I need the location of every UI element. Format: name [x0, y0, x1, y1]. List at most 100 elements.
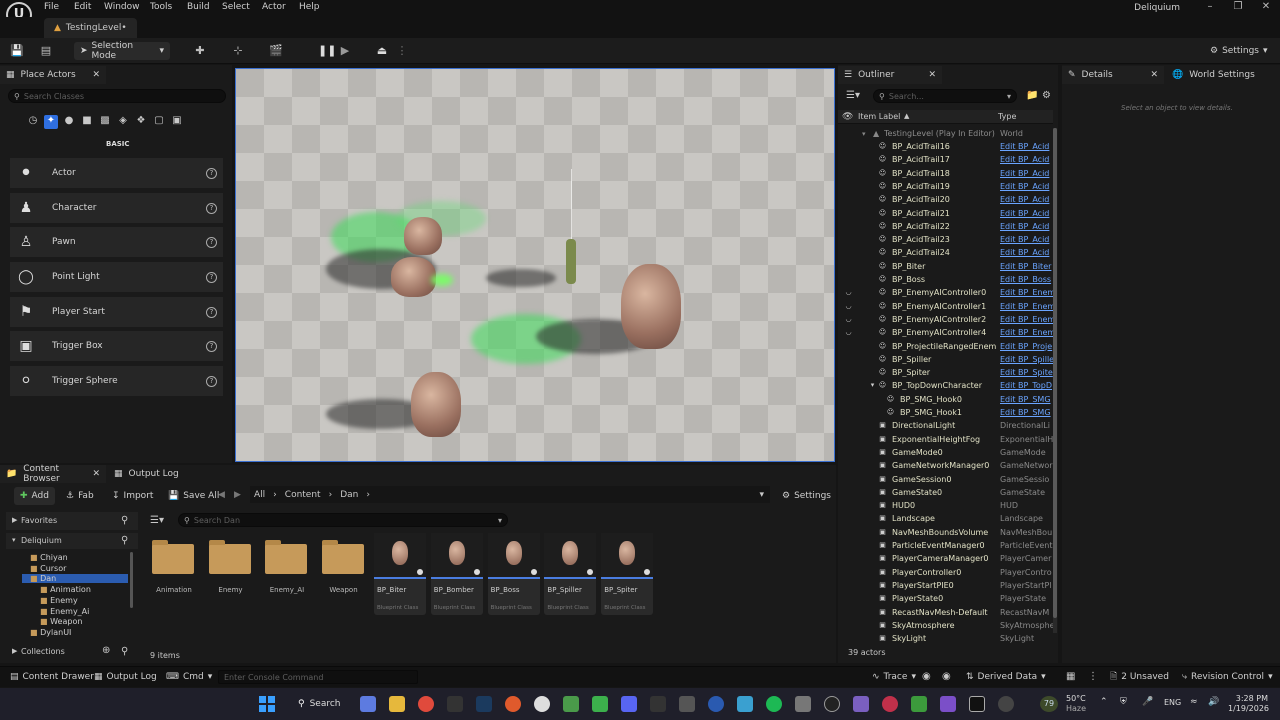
add-button[interactable]: ✚ Add [14, 487, 55, 505]
enemy-bomber[interactable] [411, 372, 461, 437]
app-icon[interactable] [708, 696, 724, 712]
filter-icon[interactable]: ☰▾ [150, 515, 164, 526]
world-settings-tab[interactable]: 🌐 World Settings [1166, 66, 1276, 84]
asset-tile[interactable]: BP_Biter Blueprint Class [374, 533, 426, 615]
place-actor-trigger-box[interactable]: ▣ Trigger Box ? [10, 331, 223, 361]
edit-blueprint-link[interactable]: Edit BP_Acid [1000, 222, 1053, 231]
volume-icon[interactable]: 🔊 [1208, 697, 1219, 707]
discord-icon[interactable] [621, 696, 637, 712]
edit-blueprint-link[interactable]: Edit BP_Acid [1000, 142, 1053, 151]
browse-icon[interactable]: ▤ [38, 43, 54, 59]
search-icon[interactable]: ⚲ [121, 646, 128, 657]
edit-blueprint-link[interactable]: Edit BP_Spite [1000, 368, 1053, 377]
outliner-row[interactable]: ▣ ParticleEventManager0 ParticleEvent [840, 539, 1053, 552]
place-actors-tab[interactable]: ▦ Place Actors ✕ [0, 66, 106, 84]
edit-blueprint-link[interactable]: Edit BP_Enem [1000, 328, 1053, 337]
outliner-row[interactable]: ☺ BP_AcidTrail16 Edit BP_Acid [840, 140, 1053, 153]
details-tab[interactable]: ✎ Details ✕ [1062, 66, 1164, 84]
edit-blueprint-link[interactable]: Edit BP_Acid [1000, 209, 1053, 218]
step-icon[interactable]: ▶ [337, 43, 353, 59]
volumes-icon[interactable]: ▢ [152, 115, 166, 129]
asset-tile[interactable]: BP_Bomber Blueprint Class [430, 533, 483, 615]
outliner-row[interactable]: ▣ GameNetworkManager0 GameNetwor [840, 459, 1053, 472]
outliner-row[interactable]: ▣ PlayerStartPIE0 PlayerStartPl [840, 579, 1053, 592]
menu-window[interactable]: Window [104, 2, 140, 12]
tree-folder-item[interactable]: ■ Enemy [40, 596, 126, 605]
recent-icon[interactable]: ◷ [26, 115, 40, 129]
unsaved-button[interactable]: 🗎 2 Unsaved [1104, 668, 1175, 686]
edit-blueprint-link[interactable]: Edit BP_Enem [1000, 315, 1053, 324]
cinematic-icon[interactable]: ▩ [98, 115, 112, 129]
edit-blueprint-link[interactable]: Edit BP_Acid [1000, 248, 1053, 257]
content-browser-tab[interactable]: 📁 Content Browser ✕ [0, 464, 106, 484]
obs-icon[interactable] [534, 696, 550, 712]
place-actor-trigger-sphere[interactable]: ⚪ Trigger Sphere ? [10, 366, 223, 396]
menu-build[interactable]: Build [187, 2, 210, 12]
add-collection-icon[interactable]: ⊕ [102, 645, 110, 656]
asset-tile[interactable]: BP_Spiller Blueprint Class [544, 533, 597, 615]
help-icon[interactable]: ? [206, 236, 217, 248]
outliner-row[interactable]: ◡ ☺ BP_EnemyAIController0 Edit BP_Enem [840, 286, 1053, 299]
github-icon[interactable] [824, 696, 840, 712]
visibility-hidden-icon[interactable]: ◡ [844, 315, 853, 324]
outliner-row[interactable]: ▣ SkyLight SkyLight [840, 632, 1053, 645]
outliner-row[interactable]: ◡ ☺ BP_EnemyAIController4 Edit BP_Enem [840, 326, 1053, 339]
outliner-row[interactable]: ☺ BP_AcidTrail21 Edit BP_Acid [840, 207, 1053, 220]
menu-help[interactable]: Help [299, 2, 320, 12]
app-icon[interactable] [679, 696, 695, 712]
outliner-row[interactable]: ◡ ☺ BP_EnemyAIController1 Edit BP_Enem [840, 300, 1053, 313]
outliner-row[interactable]: ▣ PlayerCameraManager0 PlayerCamer [840, 552, 1053, 565]
help-icon[interactable]: ? [206, 375, 217, 387]
outliner-tab[interactable]: ☰ Outliner ✕ [838, 66, 942, 84]
outliner-row[interactable]: ☺ BP_AcidTrail22 Edit BP_Acid [840, 220, 1053, 233]
chevron-down-icon[interactable]: ▾ [759, 490, 764, 500]
edit-blueprint-link[interactable]: Edit BP_Enem [1000, 288, 1053, 297]
outliner-row[interactable]: ▣ DirectionalLight DirectionalLi [840, 419, 1053, 432]
outliner-row[interactable]: ☺ BP_Biter Edit BP_Biter [840, 260, 1053, 273]
chevron-up-icon[interactable]: ⌃ [1100, 697, 1108, 707]
fab-button[interactable]: ⚓ Fab [60, 487, 100, 505]
derived-data-button[interactable]: ⇅ Derived Data ▾ [960, 668, 1052, 686]
content-search[interactable]: ⚲ Search Dan ▾ [178, 513, 508, 527]
record-icon[interactable]: ◉ [922, 671, 931, 682]
content-settings-button[interactable]: ⚙ Settings [776, 487, 837, 505]
place-actor-actor[interactable]: ⚫ Actor ? [10, 158, 223, 188]
edit-blueprint-link[interactable]: Edit BP_Spille [1000, 355, 1053, 364]
project-header[interactable]: ▾ Deliquium ⚲ [6, 533, 138, 549]
menu-file[interactable]: File [44, 2, 59, 12]
tree-folder-item[interactable]: ■ DylanUI [30, 628, 126, 637]
breadcrumb-dan[interactable]: Dan [340, 490, 358, 500]
place-actor-character[interactable]: ♟ Character ? [10, 193, 223, 223]
outliner-row[interactable]: ▣ PlayerController0 PlayerContro [840, 566, 1053, 579]
tree-folder-item[interactable]: ■ Dan [22, 574, 128, 584]
close-icon[interactable]: ✕ [92, 469, 100, 479]
windows-start-icon[interactable] [259, 696, 275, 712]
edit-blueprint-link[interactable]: Edit BP_Boss [1000, 275, 1053, 284]
edit-blueprint-link[interactable]: Edit BP_SMG [1000, 408, 1053, 417]
security-icon[interactable]: ⛨ [1120, 697, 1127, 707]
output-log-tab[interactable]: ▦ Output Log [108, 465, 185, 483]
help-icon[interactable]: ? [206, 167, 217, 179]
lights-icon[interactable]: ● [62, 115, 76, 129]
menu-tools[interactable]: Tools [150, 2, 172, 12]
visual-effects-icon[interactable]: ◈ [116, 115, 130, 129]
console-input[interactable]: Enter Console Command [218, 670, 418, 684]
help-icon[interactable]: ? [206, 340, 217, 352]
collections-header[interactable]: ▶ Collections ⊕ ⚲ [6, 644, 138, 660]
outliner-row[interactable]: ☺ BP_Spiller Edit BP_Spille [840, 353, 1053, 366]
outliner-row[interactable]: ☺ BP_AcidTrail24 Edit BP_Acid [840, 246, 1053, 259]
outliner-row[interactable]: ▣ GameMode0 GameMode [840, 446, 1053, 459]
enemy-boss[interactable] [621, 264, 681, 349]
clock[interactable]: 3:28 PM 1/19/2026 [1228, 694, 1269, 714]
more-options-icon[interactable]: ⋮ [394, 43, 410, 59]
unreal-engine-icon[interactable] [969, 696, 985, 712]
content-drawer-button[interactable]: ▤ Content Drawer [4, 668, 100, 686]
help-icon[interactable]: ? [206, 271, 217, 283]
tree-scrollbar[interactable] [130, 552, 133, 608]
chevron-down-icon[interactable]: ▾ [868, 381, 877, 390]
level-viewport[interactable] [235, 68, 835, 462]
breadcrumb-content[interactable]: Content [285, 490, 321, 500]
outliner-row[interactable]: ▣ HUD0 HUD [840, 499, 1053, 512]
eject-icon[interactable]: ⏏ [374, 43, 390, 59]
folder-tile[interactable]: Enemy [207, 532, 259, 614]
